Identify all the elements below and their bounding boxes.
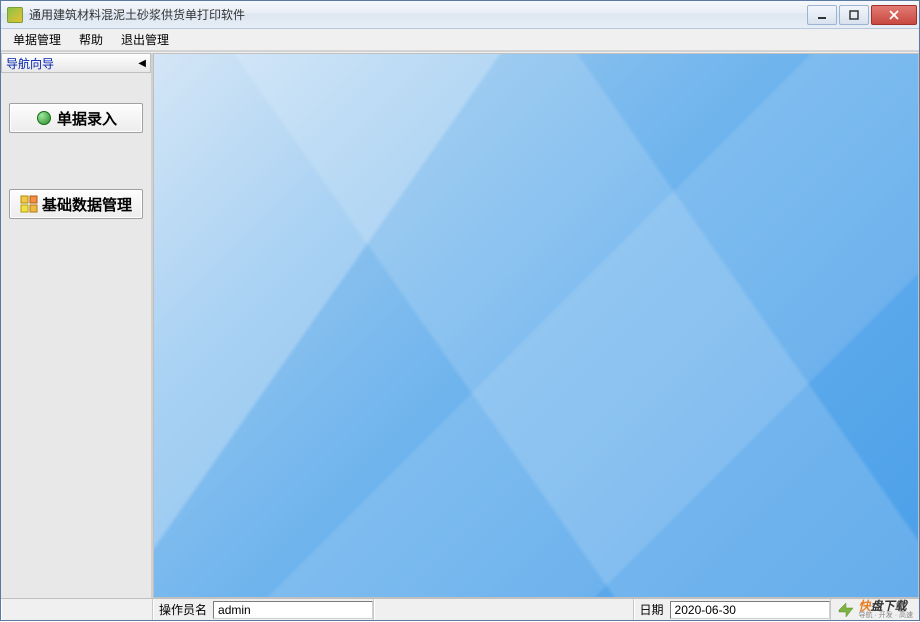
base-data-management-button[interactable]: 基础数据管理 [9,189,143,219]
watermark-text: 快盘下载 导航 · 开发 · 高速 [859,600,913,619]
collapse-arrow-icon: ◀ [138,58,146,69]
menu-exit[interactable]: 退出管理 [113,29,177,50]
sidebar-body: 单据录入 基础数据管理 [1,73,151,598]
ball-icon [35,109,53,127]
minimize-button[interactable] [807,5,837,25]
data-management-icon [20,195,38,213]
operator-value: admin [213,601,373,619]
date-value: 2020-06-30 [670,601,830,619]
watermark-logo-icon [837,601,855,619]
menu-help[interactable]: 帮助 [71,29,111,50]
sidebar: 导航向导 ◀ 单据录入 基础数据管理 [1,53,153,598]
close-icon [888,10,900,20]
statusbar: 操作员名 admin 日期 2020-06-30 快盘下载 导航 · 开发 · … [1,598,919,620]
watermark-main: 快盘下载 [859,600,913,612]
menu-document-management[interactable]: 单据管理 [5,29,69,50]
date-label: 日期 [634,601,670,618]
entry-document-button[interactable]: 单据录入 [9,103,143,133]
close-button[interactable] [871,5,917,25]
maximize-icon [849,10,859,20]
maximize-button[interactable] [839,5,869,25]
titlebar[interactable]: 通用建筑材料混泥土砂浆供货单打印软件 [1,1,919,29]
content-area [153,53,919,598]
app-icon [7,7,23,23]
status-spacer [1,599,153,620]
minimize-icon [817,10,827,20]
window-controls [807,5,917,25]
body-area: 导航向导 ◀ 单据录入 基础数据管理 [1,53,919,598]
entry-document-label: 单据录入 [57,108,117,129]
watermark-sub: 导航 · 开发 · 高速 [859,612,913,619]
app-window: 通用建筑材料混泥土砂浆供货单打印软件 单据管理 帮助 退出管理 导航向导 ◀ [0,0,920,621]
operator-label: 操作员名 [153,601,213,618]
nav-wizard-header[interactable]: 导航向导 ◀ [1,53,151,73]
date-cell: 日期 2020-06-30 [634,599,831,620]
base-data-management-label: 基础数据管理 [42,194,132,215]
watermark: 快盘下载 导航 · 开发 · 高速 [831,600,919,619]
window-title: 通用建筑材料混泥土砂浆供货单打印软件 [29,6,807,23]
nav-wizard-label: 导航向导 [6,55,54,72]
status-flex-spacer [374,599,634,620]
menubar: 单据管理 帮助 退出管理 [1,29,919,51]
operator-cell: 操作员名 admin [153,599,374,620]
